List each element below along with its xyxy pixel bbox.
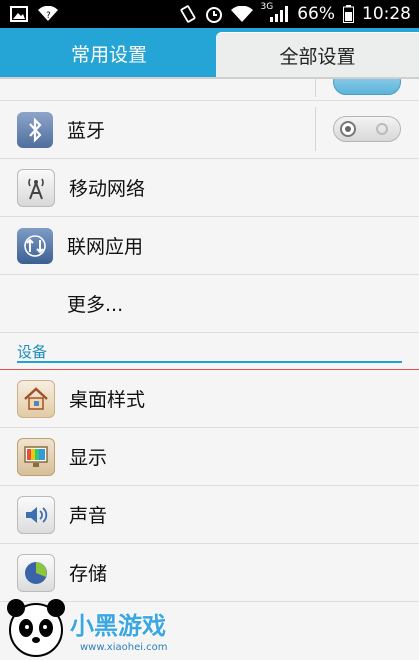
list-item-more[interactable]: 更多... bbox=[0, 275, 419, 333]
switch-divider bbox=[315, 107, 316, 151]
list-item-sound[interactable]: 声音 bbox=[0, 486, 419, 544]
svg-text:?: ? bbox=[46, 11, 51, 21]
list-item-bluetooth[interactable]: 蓝牙 bbox=[0, 101, 419, 159]
connected-apps-label: 联网应用 bbox=[67, 236, 144, 258]
list-item-connected-apps[interactable]: 联网应用 bbox=[0, 217, 419, 275]
mobile-network-label: 移动网络 bbox=[69, 178, 146, 200]
tab-common-settings[interactable]: 常用设置 bbox=[0, 28, 218, 78]
bluetooth-icon bbox=[17, 111, 53, 148]
alarm-icon bbox=[205, 5, 223, 23]
display-label: 显示 bbox=[69, 447, 108, 469]
image-notification-icon bbox=[10, 6, 28, 22]
list-item-desktop-style[interactable]: 桌面样式 bbox=[0, 370, 419, 428]
home-icon bbox=[17, 379, 55, 418]
antenna-icon bbox=[17, 168, 55, 207]
settings-list: 蓝牙 移动网络 联网应用 更多... 设备 桌面样式 显示 声音 存储 bbox=[0, 79, 419, 602]
desktop-style-label: 桌面样式 bbox=[69, 389, 146, 411]
watermark-brand: 小黑游戏 bbox=[70, 612, 166, 640]
list-item-wifi-partial[interactable] bbox=[0, 79, 419, 101]
panda-mascot-icon bbox=[7, 599, 65, 657]
sound-label: 声音 bbox=[69, 505, 108, 527]
battery-percent: 66% bbox=[297, 4, 335, 24]
switch-on-ring bbox=[376, 123, 388, 135]
bluetooth-switch[interactable] bbox=[333, 116, 401, 142]
network-type-label: 3G bbox=[260, 2, 274, 12]
display-icon bbox=[17, 437, 55, 476]
speaker-icon bbox=[17, 495, 55, 534]
bluetooth-label: 蓝牙 bbox=[67, 120, 106, 142]
section-underline bbox=[17, 361, 402, 363]
status-bar: ? 3G 66% 10:28 bbox=[0, 0, 419, 28]
section-title-device: 设备 bbox=[17, 343, 48, 361]
wifi-icon bbox=[230, 6, 253, 22]
switch-off-knob bbox=[340, 121, 356, 137]
switch-divider bbox=[315, 79, 316, 97]
network-apps-icon bbox=[17, 227, 53, 264]
section-header-device: 设备 bbox=[0, 333, 419, 363]
tab-all-settings[interactable]: 全部设置 bbox=[216, 32, 419, 78]
clock: 10:28 bbox=[362, 4, 411, 24]
watermark-url: www.xiaohei.com bbox=[80, 642, 168, 653]
vibrate-icon bbox=[179, 5, 197, 23]
signal-icon: 3G bbox=[261, 2, 290, 22]
battery-icon bbox=[343, 5, 354, 23]
more-label: 更多... bbox=[67, 294, 124, 316]
wifi-switch[interactable] bbox=[333, 79, 401, 95]
wifi-question-icon: ? bbox=[38, 6, 58, 22]
storage-label: 存储 bbox=[69, 563, 108, 585]
watermark-logo: 小黑游戏 www.xiaohei.com bbox=[0, 586, 200, 660]
settings-tab-bar: 常用设置 全部设置 bbox=[0, 28, 419, 78]
list-item-display[interactable]: 显示 bbox=[0, 428, 419, 486]
list-item-mobile-network[interactable]: 移动网络 bbox=[0, 159, 419, 217]
